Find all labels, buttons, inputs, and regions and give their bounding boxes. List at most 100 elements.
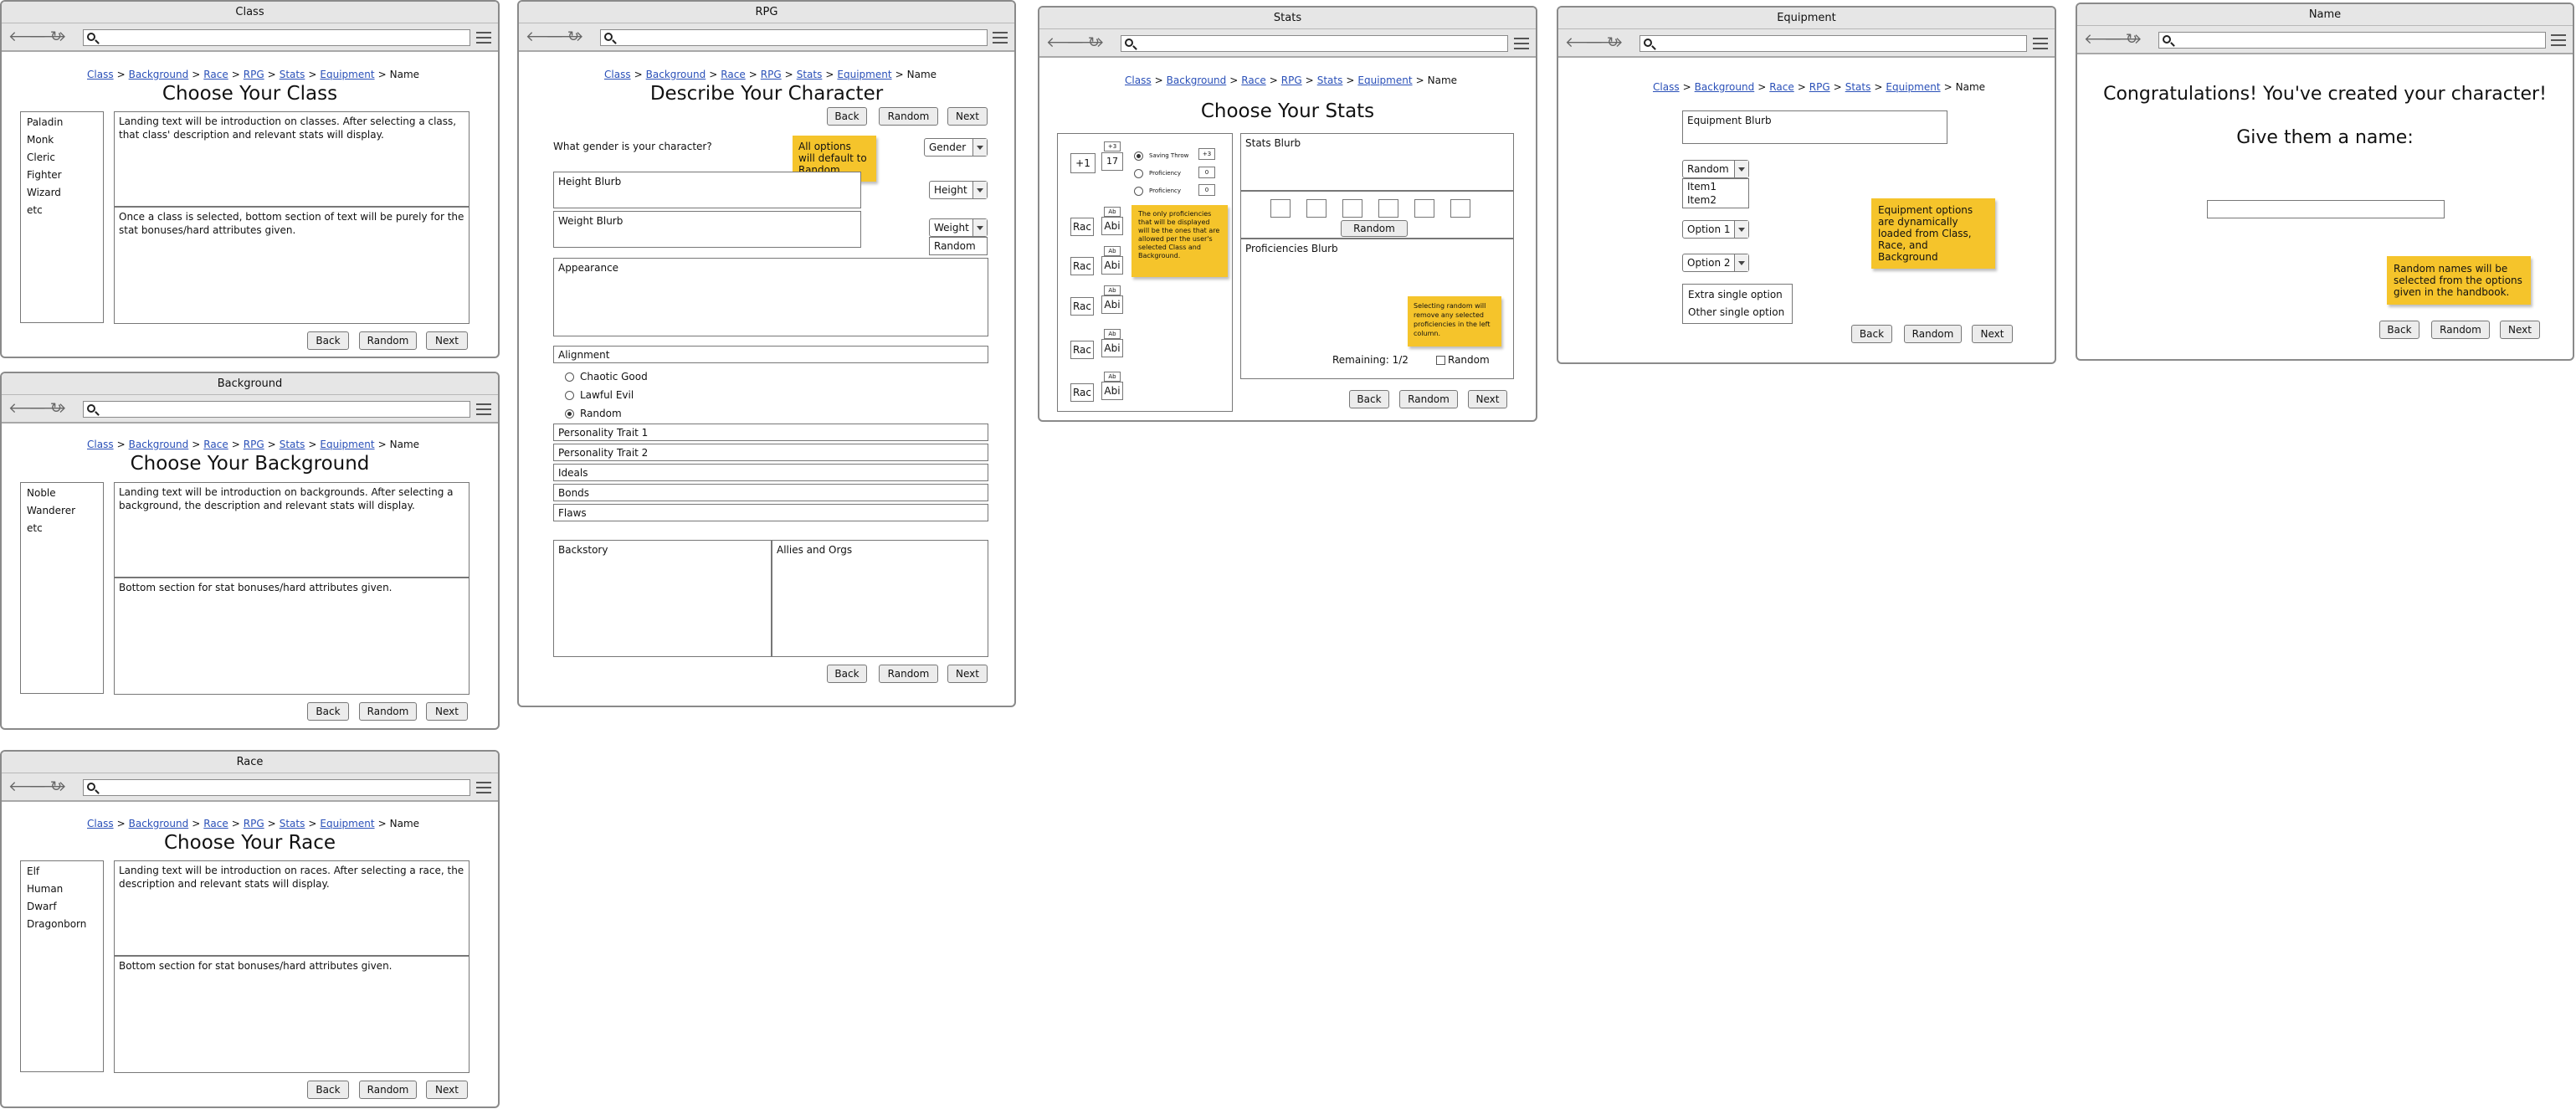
crumb-class[interactable]: Class	[1653, 81, 1680, 93]
option-1-select[interactable]: Option 1	[1682, 220, 1749, 239]
forward-arrow-icon[interactable]: 🡒	[28, 400, 67, 417]
crumb-race[interactable]: Race	[203, 818, 228, 829]
list-item[interactable]: Elf	[21, 863, 103, 881]
crumb-equipment[interactable]: Equipment	[320, 818, 374, 829]
roll-random-button[interactable]: Random	[1341, 220, 1408, 237]
stat-slot[interactable]	[1378, 199, 1398, 218]
forward-arrow-icon[interactable]: 🡒	[28, 28, 67, 45]
back-button[interactable]: Back	[307, 331, 349, 350]
menu-icon[interactable]	[476, 32, 491, 44]
back-button[interactable]: Back	[827, 107, 867, 126]
back-arrow-icon[interactable]: 🡐	[2084, 31, 2122, 48]
crumb-class[interactable]: Class	[604, 69, 631, 80]
back-button[interactable]: Back	[307, 702, 349, 721]
random-button[interactable]: Random	[359, 1081, 417, 1099]
stat-slot[interactable]	[1414, 199, 1434, 218]
list-item[interactable]: Fighter	[21, 167, 103, 184]
list-item[interactable]: Cleric	[21, 149, 103, 167]
crumb-stats[interactable]: Stats	[280, 69, 305, 80]
forward-arrow-icon[interactable]: 🡒	[2104, 31, 2142, 48]
forward-arrow-icon[interactable]: 🡒	[1585, 34, 1624, 51]
random-button[interactable]: Random	[879, 665, 938, 683]
list-item[interactable]: Item1	[1687, 180, 1744, 193]
crumb-equipment[interactable]: Equipment	[1357, 74, 1412, 86]
alignment-option[interactable]: Lawful Evil	[565, 386, 648, 404]
crumb-rpg[interactable]: RPG	[244, 439, 264, 450]
reload-icon[interactable]: ↻	[49, 28, 64, 45]
url-bar[interactable]	[1121, 35, 1508, 52]
next-button[interactable]: Next	[2500, 321, 2540, 339]
proficiency-option[interactable]: Proficiency	[1134, 165, 1188, 182]
list-item[interactable]: etc	[21, 202, 103, 219]
crumb-race[interactable]: Race	[721, 69, 745, 80]
radio-button-selected[interactable]	[565, 409, 574, 418]
alignment-option[interactable]: Random	[565, 404, 648, 423]
url-bar[interactable]	[600, 29, 988, 46]
crumb-background[interactable]: Background	[1167, 74, 1227, 86]
url-bar[interactable]	[1640, 35, 2027, 52]
ability-box[interactable]: Abi	[1101, 217, 1123, 235]
equipment-select[interactable]: Random	[1682, 160, 1749, 178]
crumb-equipment[interactable]: Equipment	[837, 69, 891, 80]
checkbox[interactable]	[1436, 356, 1445, 365]
proficiency-option[interactable]: Saving Throw	[1134, 147, 1188, 165]
random-button[interactable]: Random	[1399, 390, 1458, 408]
menu-icon[interactable]	[993, 32, 1008, 44]
personality-trait-2-field[interactable]: Personality Trait 2	[553, 444, 988, 461]
crumb-background[interactable]: Background	[129, 818, 189, 829]
random-button[interactable]: Random	[359, 702, 417, 721]
back-button[interactable]: Back	[827, 665, 867, 683]
crumb-stats[interactable]: Stats	[280, 818, 305, 829]
personality-trait-1-field[interactable]: Personality Trait 1	[553, 424, 988, 441]
allies-field[interactable]: Allies and Orgs	[772, 540, 988, 657]
list-item[interactable]: Paladin	[21, 114, 103, 131]
back-button[interactable]: Back	[1851, 325, 1892, 343]
stat-slot[interactable]	[1270, 199, 1291, 218]
next-button[interactable]: Next	[1468, 390, 1507, 408]
list-item[interactable]: Wanderer	[21, 502, 103, 520]
reload-icon[interactable]: ↻	[566, 28, 581, 45]
next-button[interactable]: Next	[426, 1081, 468, 1099]
random-button[interactable]: Random	[1904, 325, 1962, 343]
next-button[interactable]: Next	[1972, 325, 2013, 343]
crumb-stats[interactable]: Stats	[797, 69, 823, 80]
next-button[interactable]: Next	[947, 665, 988, 683]
back-arrow-icon[interactable]: 🡐	[1565, 34, 1604, 51]
ability-box[interactable]: Abi	[1101, 256, 1123, 275]
crumb-stats[interactable]: Stats	[1317, 74, 1343, 86]
back-arrow-icon[interactable]: 🡐	[8, 778, 47, 795]
crumb-rpg[interactable]: RPG	[244, 818, 264, 829]
stat-slot[interactable]	[1342, 199, 1362, 218]
reload-icon[interactable]: ↻	[1605, 34, 1620, 51]
crumb-rpg[interactable]: RPG	[1809, 81, 1830, 93]
alignment-option[interactable]: Chaotic Good	[565, 367, 648, 386]
bonds-field[interactable]: Bonds	[553, 484, 988, 501]
next-button[interactable]: Next	[426, 702, 468, 721]
random-button[interactable]: Random	[359, 331, 417, 350]
crumb-race[interactable]: Race	[1241, 74, 1265, 86]
ability-box[interactable]: Abi	[1101, 295, 1123, 314]
reload-icon[interactable]: ↻	[49, 400, 64, 417]
radio-button[interactable]	[565, 372, 574, 382]
forward-arrow-icon[interactable]: 🡒	[1066, 34, 1105, 51]
crumb-class[interactable]: Class	[87, 69, 114, 80]
reload-icon[interactable]: ↻	[1086, 34, 1101, 51]
radio-button[interactable]	[1134, 168, 1143, 178]
crumb-race[interactable]: Race	[203, 439, 228, 450]
back-button[interactable]: Back	[1349, 390, 1389, 408]
back-button[interactable]: Back	[307, 1081, 349, 1099]
crumb-rpg[interactable]: RPG	[761, 69, 782, 80]
list-item[interactable]: etc	[21, 520, 103, 537]
url-bar[interactable]	[83, 401, 470, 418]
back-arrow-icon[interactable]: 🡐	[8, 28, 47, 45]
flaws-field[interactable]: Flaws	[553, 504, 988, 521]
crumb-rpg[interactable]: RPG	[1281, 74, 1302, 86]
crumb-equipment[interactable]: Equipment	[320, 69, 374, 80]
crumb-equipment[interactable]: Equipment	[320, 439, 374, 450]
next-button[interactable]: Next	[426, 331, 468, 350]
crumb-rpg[interactable]: RPG	[244, 69, 264, 80]
crumb-class[interactable]: Class	[87, 439, 114, 450]
stat-slot[interactable]	[1450, 199, 1470, 218]
forward-arrow-icon[interactable]: 🡒	[28, 778, 67, 795]
crumb-race[interactable]: Race	[203, 69, 228, 80]
